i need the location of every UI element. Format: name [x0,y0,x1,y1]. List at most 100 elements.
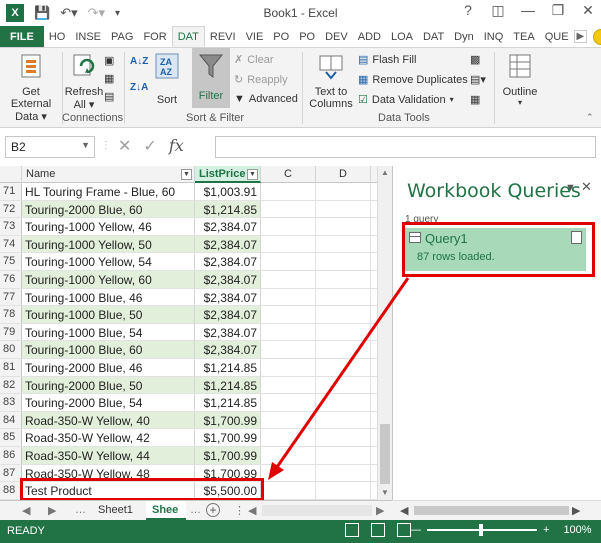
cell-name[interactable]: Touring-1000 Yellow, 50 [22,235,195,253]
cell-d[interactable] [316,359,371,376]
text-to-columns-button[interactable]: Text to Columns [306,52,356,110]
cell-d[interactable] [316,183,371,200]
minimize-icon[interactable]: — [519,2,537,19]
sort-z-a-button[interactable]: Z↓A [130,82,148,93]
row-header[interactable]: 84 [0,411,22,429]
tab-add-11[interactable]: ADD [353,26,386,47]
cell-d[interactable] [316,271,371,288]
cell-c[interactable] [261,411,316,429]
get-external-data-button[interactable]: Get External Data ▾ [2,52,60,123]
tab-po-8[interactable]: PO [268,26,294,47]
consolidate-icon[interactable]: ▩ [470,53,480,66]
properties-icon[interactable]: ▦ [104,72,114,85]
collapse-ribbon-icon[interactable]: ⌃ [586,112,594,123]
sheet-overflow-icon[interactable]: … [75,504,86,516]
sheet-tab-active[interactable]: Shee [146,501,186,520]
column-header-d[interactable]: D [316,166,371,183]
excel-logo-icon[interactable]: X [6,4,24,22]
column-header-c[interactable]: C [261,166,316,183]
insert-function-icon[interactable]: fx [169,136,184,156]
ribbon-display-icon[interactable]: ◫ [489,2,507,19]
cell-listprice[interactable]: $1,214.85 [195,394,261,411]
cell-c[interactable] [261,482,316,499]
cell-name[interactable]: Touring-1000 Yellow, 60 [22,271,195,288]
normal-view-icon[interactable] [345,523,359,537]
restore-icon[interactable]: ❐ [549,2,567,19]
zoom-out-icon[interactable]: — [410,524,421,536]
row-header[interactable]: 73 [0,218,22,235]
cell-c[interactable] [261,288,316,306]
cell-c[interactable] [261,376,316,394]
cell-d[interactable] [316,235,371,253]
tab-po-9[interactable]: PO [294,26,320,47]
row-header[interactable]: 86 [0,447,22,464]
cell-name[interactable]: Touring-1000 Yellow, 46 [22,218,195,235]
cell-name[interactable]: Touring-2000 Blue, 60 [22,200,195,218]
tab-ho-1[interactable]: HO [44,26,71,47]
vertical-scrollbar[interactable]: ▲ ▼ [377,166,392,500]
cell-listprice[interactable]: $2,384.07 [195,253,261,270]
cell-d[interactable] [316,394,371,411]
row-header[interactable]: 78 [0,306,22,323]
close-icon[interactable]: ✕ [579,2,597,19]
cell-d[interactable] [316,447,371,464]
cell-d[interactable] [316,306,371,323]
flash-fill-button[interactable]: ▤ Flash Fill [358,53,416,67]
cell-listprice[interactable]: $2,384.07 [195,271,261,288]
sort-a-z-button[interactable]: A↓Z [130,56,148,67]
cell-name[interactable]: Road-350-W Yellow, 42 [22,429,195,446]
tab-dat-13[interactable]: DAT [418,26,449,47]
row-header[interactable]: 83 [0,394,22,411]
zoom-thumb[interactable] [479,524,483,536]
hscroll-right-icon[interactable]: ▶ [376,504,384,517]
cancel-entry-icon[interactable]: ✕ [118,136,131,156]
cell-d[interactable] [316,218,371,235]
cell-d[interactable] [316,341,371,358]
row-header[interactable]: 88 [0,482,22,499]
spreadsheet-grid[interactable]: Name ▼ ListPrice ▼ C D 71 HL Touring Fram… [0,166,392,500]
cell-c[interactable] [261,323,316,341]
cell-name[interactable]: Road-350-W Yellow, 40 [22,411,195,429]
clear-filter-button[interactable]: ✗ Clear [234,53,274,67]
next-sheet-icon[interactable]: ▶ [48,504,56,517]
queries-scroll-thumb[interactable] [414,506,569,515]
scroll-right-icon[interactable]: ▶ [572,504,580,517]
save-icon[interactable]: 💾 [34,5,50,21]
scroll-tabs-right-icon[interactable]: ▶ [573,30,588,43]
tab-tea-16[interactable]: TEA [508,26,539,47]
cell-c[interactable] [261,235,316,253]
cell-c[interactable] [261,394,316,411]
tab-vie-7[interactable]: VIE [241,26,269,47]
remove-duplicates-button[interactable]: ▦ Remove Duplicates [358,73,468,87]
cell-name[interactable]: Touring-1000 Blue, 54 [22,323,195,341]
filter-dropdown-icon[interactable]: ▼ [247,169,258,180]
cell-d[interactable] [316,253,371,270]
tab-inq-15[interactable]: INQ [479,26,509,47]
cell-d[interactable] [316,429,371,446]
vertical-scroll-thumb[interactable] [380,424,390,484]
column-header-listprice[interactable]: ListPrice ▼ [195,166,261,183]
row-header[interactable]: 77 [0,288,22,306]
cell-name[interactable]: Touring-2000 Blue, 54 [22,394,195,411]
undo-icon[interactable]: ↶▾ [60,5,77,21]
row-header[interactable]: 72 [0,200,22,218]
cell-name[interactable]: HL Touring Frame - Blue, 60 [22,183,195,200]
cell-c[interactable] [261,341,316,358]
cell-d[interactable] [316,482,371,499]
row-header[interactable]: 85 [0,429,22,446]
confirm-entry-icon[interactable]: ✓ [143,136,156,156]
refresh-all-button[interactable]: Refresh All ▾ [64,52,104,111]
cell-name[interactable]: Touring-2000 Blue, 50 [22,376,195,394]
data-validation-button[interactable]: ☑ Data Validation ▾ [358,93,454,107]
help-icon[interactable]: ? [459,2,477,19]
formula-input[interactable] [215,136,596,158]
page-break-view-icon[interactable] [397,523,411,537]
sheet-tab-sheet1[interactable]: Sheet1 [92,501,139,520]
cell-name[interactable]: Touring-1000 Yellow, 54 [22,253,195,270]
prev-sheet-icon[interactable]: ◀ [22,504,30,517]
cell-listprice[interactable]: $2,384.07 [195,323,261,341]
hscroll-left-icon[interactable]: ◀ [248,504,256,517]
relationships-icon[interactable]: ▦ [470,93,480,106]
sort-button[interactable]: ZA AZ Sort [152,52,182,106]
sheet-more-icon[interactable]: ⋮ [234,504,245,517]
